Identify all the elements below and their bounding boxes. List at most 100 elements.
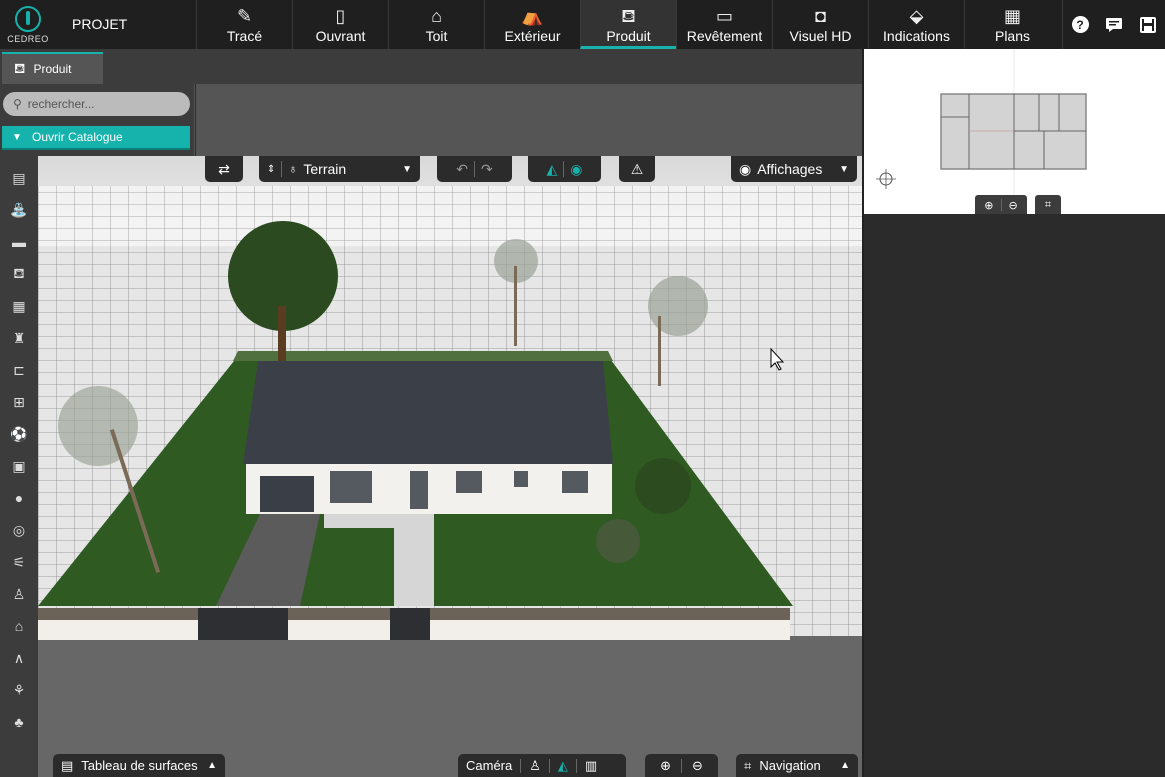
menu-item-indications[interactable]: ⬙ Indications: [868, 0, 964, 49]
surfaces-table-button[interactable]: ▤ Tableau de surfaces ▲: [53, 754, 225, 777]
mouse-icon: ⌗: [1044, 198, 1052, 211]
storage-icon[interactable]: ▦: [0, 290, 38, 322]
menu-item-revetement[interactable]: ▭ Revêtement: [676, 0, 772, 49]
redo-icon[interactable]: ↷: [481, 161, 493, 178]
category-toolbar: ▤ ⛲ ▬ ⛾ ▦ ♜ ⊏ ⊞ ⚽ ▣ ● ◎ ⚟ ♙ ⌂ ∧ ⚘ ♣: [0, 156, 38, 777]
table-icon: ▤: [61, 757, 74, 773]
person-icon[interactable]: ♙: [0, 578, 38, 610]
help-button[interactable]: ?: [1063, 0, 1097, 49]
top-bar: CEDREO PROJET ✎ Tracé ▯ Ouvrant ⌂ Toit ⛺…: [0, 0, 1165, 49]
garden-icon[interactable]: ⚘: [0, 674, 38, 706]
furniture-icon: ⛾: [621, 6, 636, 26]
menu-item-exterieur[interactable]: ⛺ Extérieur: [484, 0, 580, 49]
menu-item-toit[interactable]: ⌂ Toit: [388, 0, 484, 49]
undo-icon[interactable]: ↶: [456, 161, 468, 178]
menu-item-label: Plans: [994, 28, 1031, 44]
bathroom-icon[interactable]: ⛲: [0, 194, 38, 226]
elevation-view-icon[interactable]: ▥: [585, 758, 597, 774]
aerial-view-icon[interactable]: ◭: [558, 758, 568, 774]
menu-item-trace[interactable]: ✎ Tracé: [196, 0, 292, 49]
ball-icon[interactable]: ⚽: [0, 418, 38, 450]
menu-item-label: Visuel HD: [789, 28, 852, 44]
magnet-icon[interactable]: ◉: [570, 161, 582, 178]
search-input[interactable]: [27, 97, 178, 111]
office-icon[interactable]: ⊞: [0, 386, 38, 418]
kitchen-icon[interactable]: ▤: [0, 162, 38, 194]
chat-button[interactable]: [1097, 0, 1131, 49]
bed-icon[interactable]: ▬: [0, 226, 38, 258]
separator: [548, 758, 550, 773]
chevron-up-icon: ▲: [840, 760, 850, 771]
menu-item-label: Indications: [883, 28, 950, 44]
terrain-icon: ♁: [288, 162, 298, 176]
menu-item-visuel-hd[interactable]: ◘ Visuel HD: [772, 0, 868, 49]
menu-item-plans[interactable]: ▦ Plans: [964, 0, 1060, 49]
separator: [281, 161, 283, 177]
save-button[interactable]: [1131, 0, 1165, 49]
help-icon: ?: [1071, 16, 1089, 33]
app-root: CEDREO PROJET ✎ Tracé ▯ Ouvrant ⌂ Toit ⛺…: [0, 0, 1165, 777]
tab-row: ⛾ Produit: [0, 49, 862, 84]
trees-icon[interactable]: ♣: [0, 706, 38, 738]
level-selector[interactable]: ⇕ ♁ Terrain ▼: [259, 156, 420, 182]
roof-line-icon[interactable]: ∧: [0, 642, 38, 674]
plan-minimap[interactable]: [864, 49, 1165, 214]
undo-redo-group: ↶ ↷: [437, 156, 512, 182]
open-catalog-label: Ouvrir Catalogue: [32, 130, 123, 144]
bed-frame-icon[interactable]: ⊏: [0, 354, 38, 386]
house-icon[interactable]: ⌂: [0, 610, 38, 642]
zoom-out-icon[interactable]: ⊖: [692, 758, 703, 774]
chevron-down-icon: ▼: [839, 163, 849, 175]
lamp-icon[interactable]: ♜: [0, 322, 38, 354]
menu-item-ouvrant[interactable]: ▯ Ouvrant: [292, 0, 388, 49]
search-box[interactable]: ⚲: [3, 92, 190, 116]
level-stepper-icon[interactable]: ⇕: [267, 164, 275, 175]
swap-icon: ⇄: [218, 160, 230, 177]
logo-mark-icon: [15, 5, 41, 32]
exterior-icon: ⛺: [521, 6, 544, 26]
zoom-out-icon[interactable]: ⊖: [1009, 199, 1018, 212]
affichages-dropdown[interactable]: ◉ Affichages ▼: [731, 156, 857, 182]
camera-group: Caméra ♙ ◭ ▥: [458, 754, 626, 777]
main-menu: ✎ Tracé ▯ Ouvrant ⌂ Toit ⛺ Extérieur ⛾ P…: [196, 0, 1060, 49]
eye-icon: ◉: [739, 160, 752, 177]
terrain-label: Terrain: [303, 161, 347, 177]
swap-view-button[interactable]: ⇄: [205, 156, 243, 182]
tv-icon[interactable]: ▣: [0, 450, 38, 482]
minimap-mouse-button[interactable]: ⌗: [1035, 195, 1061, 215]
catalog-panel: ⚲ ▼ Ouvrir Catalogue: [0, 84, 195, 156]
lightbulb-icon[interactable]: ●: [0, 482, 38, 514]
compass-icon[interactable]: ◎: [0, 514, 38, 546]
measure-icon: ⬙: [909, 6, 924, 26]
cedreo-logo[interactable]: CEDREO: [0, 0, 56, 49]
pencil-icon: ✎: [236, 6, 253, 26]
separator: [681, 758, 682, 773]
3d-viewport[interactable]: ⇄ ⇕ ♁ Terrain ▼ ↶ ↷ ◭ ◉ ⚠ ◉ Affichages ▼: [38, 156, 862, 777]
roof-icon: ⌂: [431, 6, 442, 26]
menu-item-produit[interactable]: ⛾ Produit: [580, 0, 676, 49]
minimap-controls: ⊕ ⊖ ⌗: [975, 195, 1061, 215]
person-view-icon[interactable]: ♙: [529, 758, 541, 774]
open-catalog-button[interactable]: ▼ Ouvrir Catalogue: [2, 126, 190, 150]
warning-button[interactable]: ⚠: [619, 156, 655, 182]
project-menu[interactable]: PROJET: [56, 0, 196, 49]
tab-produit[interactable]: ⛾ Produit: [2, 52, 103, 84]
zoom-in-icon[interactable]: ⊕: [984, 199, 993, 212]
logo-text: CEDREO: [7, 33, 49, 44]
right-panel: [864, 214, 1165, 777]
stairs-icon[interactable]: ⚟: [0, 546, 38, 578]
separator: [1000, 199, 1002, 211]
door-icon: ▯: [335, 6, 346, 26]
select-mode-icon[interactable]: ◭: [547, 161, 558, 178]
furniture-icon: ⛾: [14, 59, 26, 76]
zoom-in-icon[interactable]: ⊕: [660, 758, 671, 774]
menu-item-label: Ouvrant: [315, 28, 366, 44]
living-icon[interactable]: ⛾: [0, 258, 38, 290]
camera-label: Caméra: [466, 758, 513, 773]
mode-toggle-group: ◭ ◉: [528, 156, 601, 182]
warning-icon: ⚠: [630, 160, 644, 177]
chevron-down-icon: ▼: [402, 163, 412, 175]
separator: [474, 161, 475, 177]
zoom-group: ⊕ ⊖: [645, 754, 718, 777]
navigation-dropdown[interactable]: ⌗ Navigation ▲: [736, 754, 858, 777]
